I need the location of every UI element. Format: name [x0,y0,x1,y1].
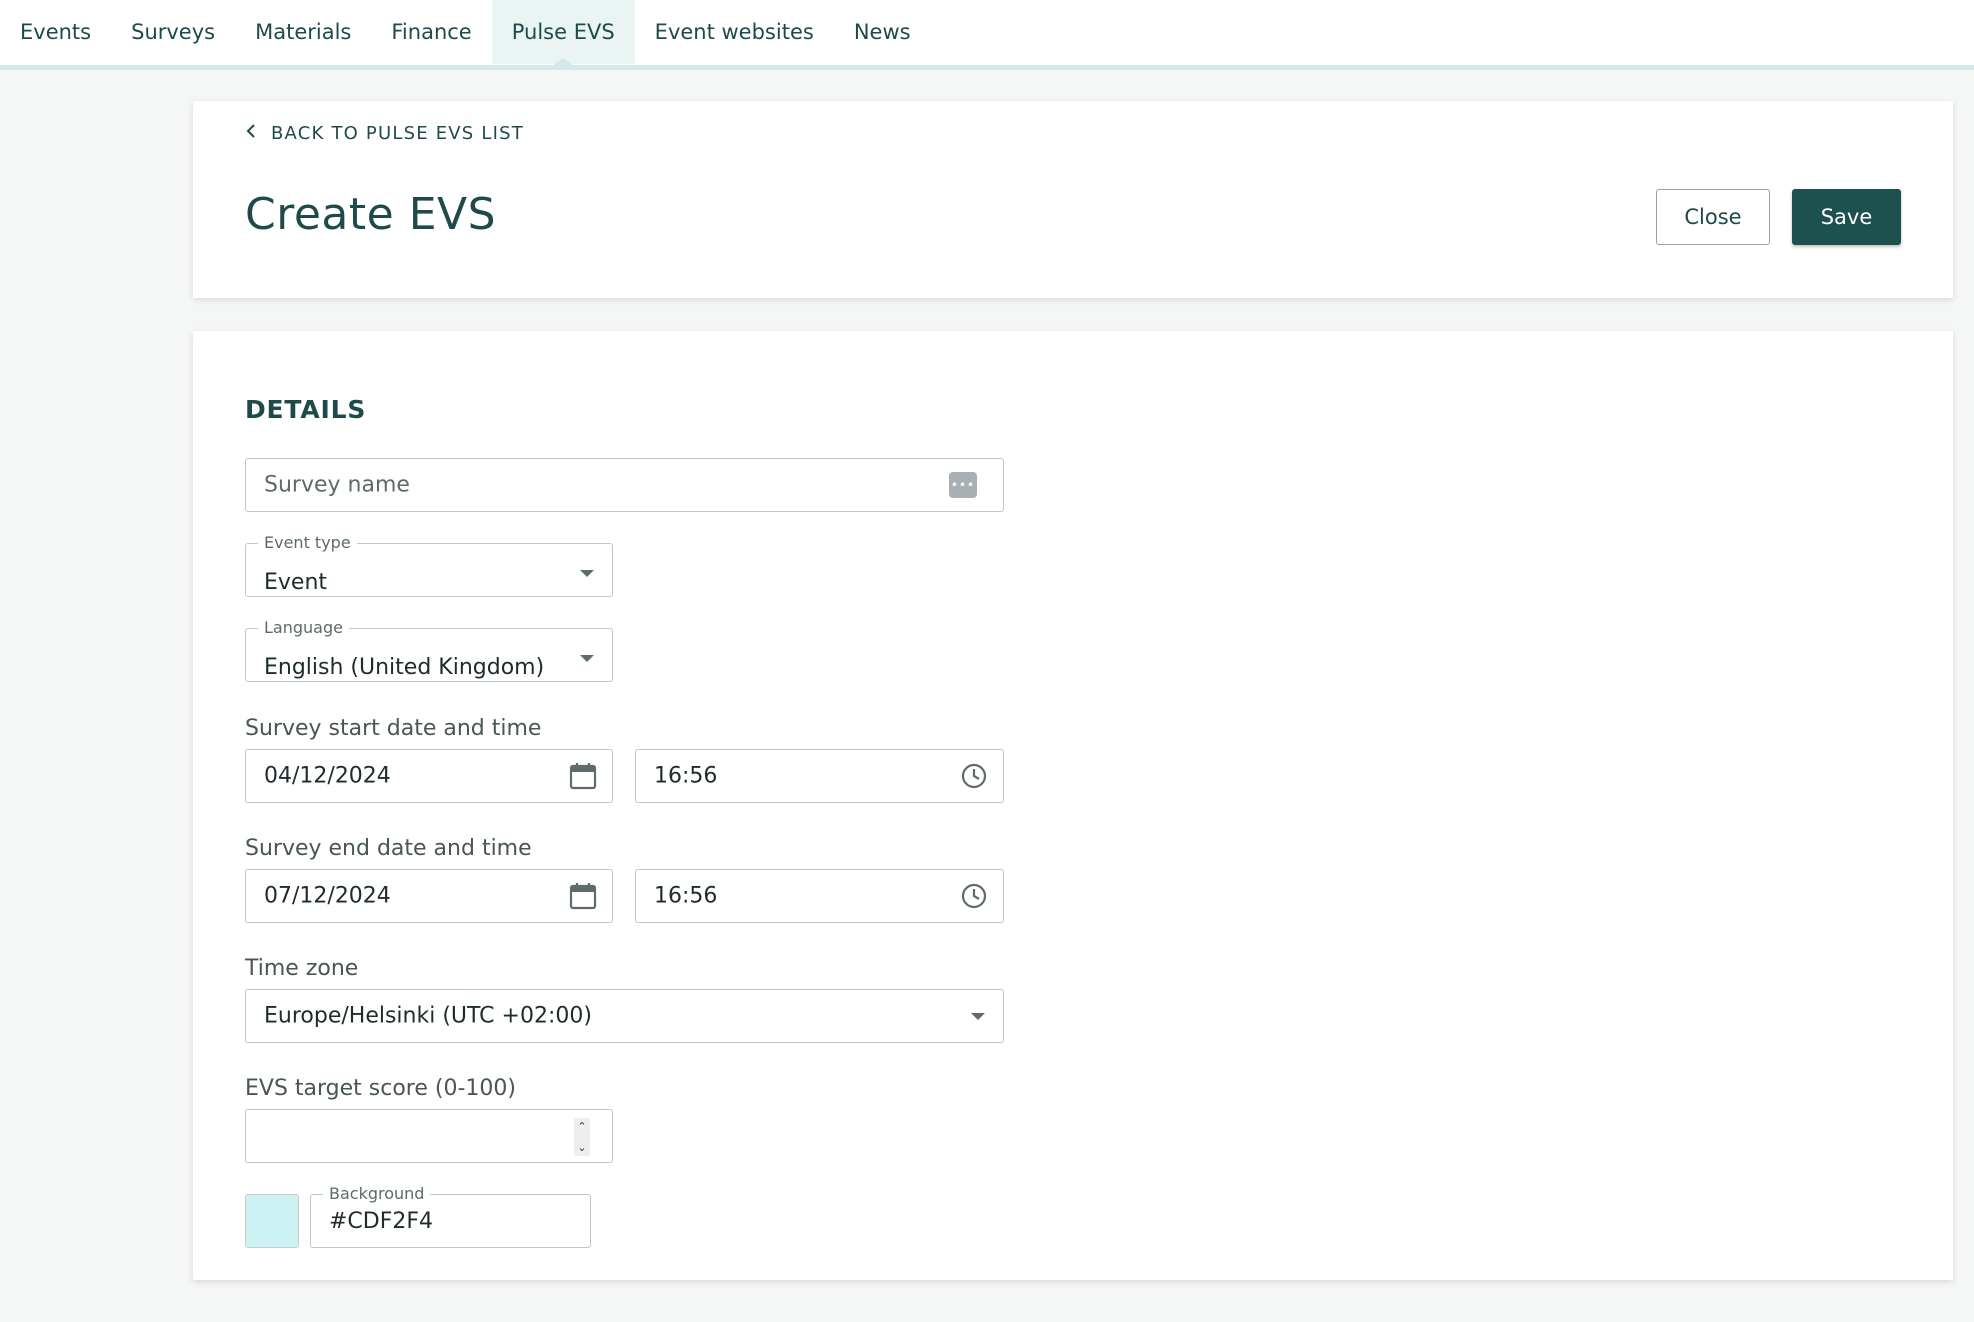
caret-down-icon [580,570,594,577]
calendar-icon[interactable] [568,761,598,791]
event-type-label: Event type [258,533,357,552]
end-time-value: 16:56 [654,883,718,909]
language-value: English (United Kingdom) [264,655,545,680]
event-type-value: Event [264,570,328,595]
nav-item-materials[interactable]: Materials [235,0,371,64]
save-button[interactable]: Save [1792,189,1901,245]
page-title: Create EVS [245,189,497,240]
spinner-down-icon[interactable]: ⌄ [577,1141,586,1154]
timezone-select[interactable]: Europe/Helsinki (UTC +02:00) [245,989,1004,1043]
end-time-input[interactable]: 16:56 [635,869,1004,923]
nav-item-event-websites[interactable]: Event websites [635,0,834,64]
target-score-label: EVS target score (0-100) [245,1076,516,1101]
start-date-input[interactable]: 04/12/2024 [245,749,613,803]
close-button[interactable]: Close [1656,189,1770,245]
start-time-value: 16:56 [654,763,718,789]
clock-icon[interactable] [959,881,989,911]
timezone-label: Time zone [245,956,359,981]
timezone-value: Europe/Helsinki (UTC +02:00) [264,1003,592,1029]
details-card: DETAILS Survey name ••• Event type Event… [193,331,1953,1280]
start-date-value: 04/12/2024 [264,763,391,789]
top-navigation: Events Surveys Materials Finance Pulse E… [0,0,1974,70]
event-type-select[interactable]: Event type Event [245,533,613,597]
end-datetime-label: Survey end date and time [245,836,532,861]
calendar-icon[interactable] [568,881,598,911]
spinner-arrows-icon[interactable]: ⌃ ⌄ [574,1118,590,1156]
back-link-label: BACK TO PULSE EVS LIST [271,123,524,144]
background-value: #CDF2F4 [329,1209,434,1234]
background-color-input[interactable]: Background #CDF2F4 [310,1184,591,1248]
nav-item-pulse-evs[interactable]: Pulse EVS [491,0,635,64]
language-select[interactable]: Language English (United Kingdom) [245,618,613,682]
page-header-card: BACK TO PULSE EVS LIST Create EVS Close … [193,101,1953,298]
background-color-swatch[interactable] [245,1194,299,1248]
language-label: Language [258,618,349,637]
back-to-list-link[interactable]: BACK TO PULSE EVS LIST [245,123,524,144]
start-datetime-label: Survey start date and time [245,716,542,741]
end-date-value: 07/12/2024 [264,883,391,909]
nav-item-events[interactable]: Events [0,0,111,64]
background-label: Background [323,1184,431,1203]
target-score-input[interactable]: ⌃ ⌄ [245,1109,613,1163]
survey-name-placeholder: Survey name [264,472,410,498]
chevron-left-icon [245,123,257,144]
start-time-input[interactable]: 16:56 [635,749,1004,803]
nav-item-finance[interactable]: Finance [371,0,491,64]
nav-item-surveys[interactable]: Surveys [111,0,235,64]
clock-icon[interactable] [959,761,989,791]
caret-down-icon [580,655,594,662]
end-date-input[interactable]: 07/12/2024 [245,869,613,923]
nav-item-news[interactable]: News [834,0,931,64]
dots-icon[interactable]: ••• [949,472,977,498]
survey-name-input[interactable]: Survey name ••• [245,458,1004,512]
spinner-up-icon[interactable]: ⌃ [577,1120,586,1133]
caret-down-icon [971,1013,985,1020]
details-section-title: DETAILS [245,395,367,424]
